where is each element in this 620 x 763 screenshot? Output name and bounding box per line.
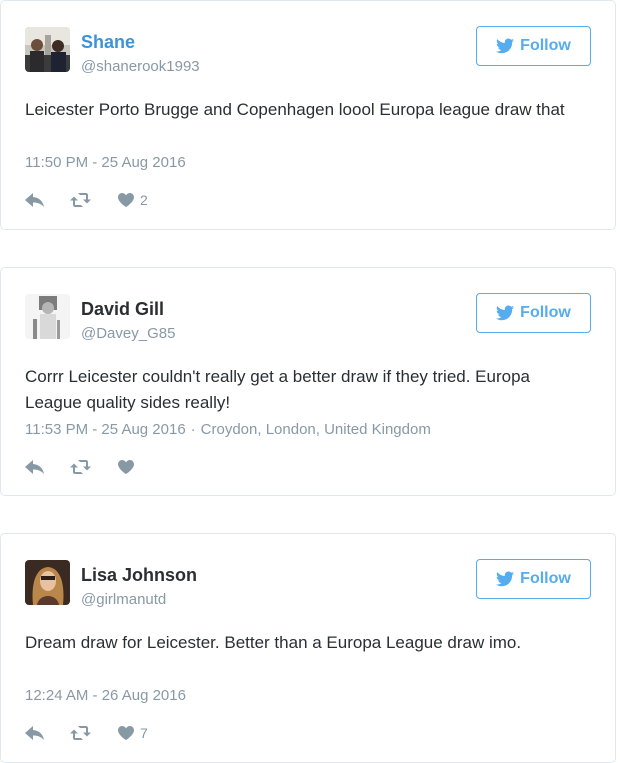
- like-count: 2: [140, 192, 148, 208]
- like-button[interactable]: 2: [118, 192, 148, 208]
- follow-button[interactable]: Follow: [476, 559, 591, 599]
- tweet-meta: 11:53 PM - 25 Aug 2016 · Croydon, London, …: [25, 420, 431, 440]
- tweet-card: Lisa Johnson @girlmanutd Follow Dream dr…: [0, 533, 616, 763]
- reply-button[interactable]: [25, 726, 44, 740]
- like-count: 7: [140, 725, 148, 741]
- like-button[interactable]: 7: [118, 725, 148, 741]
- tweet-actions: [25, 456, 166, 478]
- heart-icon: [118, 726, 134, 740]
- like-button[interactable]: [118, 460, 140, 474]
- heart-icon: [118, 460, 134, 474]
- tweet-meta: 12:24 AM - 26 Aug 2016: [25, 686, 186, 706]
- avatar[interactable]: [25, 560, 70, 605]
- retweet-button[interactable]: [70, 193, 92, 207]
- timestamp-link[interactable]: 11:53 PM - 25 Aug 2016: [25, 421, 186, 438]
- user-handle[interactable]: @Davey_G85: [81, 324, 175, 344]
- retweet-button[interactable]: [70, 460, 92, 474]
- timestamp-link[interactable]: 11:50 PM - 25 Aug 2016: [25, 154, 186, 171]
- retweet-icon: [70, 193, 91, 207]
- avatar[interactable]: [25, 294, 70, 339]
- avatar[interactable]: [25, 27, 70, 72]
- tweet-text: Leicester Porto Brugge and Copenhagen lo…: [25, 100, 565, 119]
- tweet-location[interactable]: Croydon, London, United Kingdom: [201, 421, 431, 438]
- follow-label: Follow: [520, 570, 571, 587]
- timestamp-link[interactable]: 12:24 AM - 26 Aug 2016: [25, 687, 186, 704]
- heart-icon: [118, 193, 134, 207]
- retweet-icon: [70, 726, 91, 740]
- twitter-bird-icon: [496, 571, 515, 587]
- follow-button[interactable]: Follow: [476, 26, 591, 66]
- user-name[interactable]: Shane: [81, 31, 135, 53]
- follow-button[interactable]: Follow: [476, 293, 591, 333]
- user-name[interactable]: David Gill: [81, 298, 164, 320]
- retweet-button[interactable]: [70, 726, 92, 740]
- twitter-bird-icon: [496, 38, 515, 54]
- tweet-actions: 2: [25, 189, 174, 211]
- retweet-icon: [70, 460, 91, 474]
- user-handle[interactable]: @girlmanutd: [81, 590, 166, 610]
- tweet-text: Corrr Leicester couldn't really get a be…: [25, 367, 530, 412]
- user-name[interactable]: Lisa Johnson: [81, 564, 197, 586]
- meta-separator: ·: [190, 421, 196, 438]
- reply-icon: [25, 193, 44, 207]
- twitter-bird-icon: [496, 305, 515, 321]
- tweet-meta: 11:50 PM - 25 Aug 2016: [25, 153, 186, 173]
- tweet-card: Shane @shanerook1993 Follow Leicester Po…: [0, 0, 616, 230]
- user-handle[interactable]: @shanerook1993: [81, 57, 200, 77]
- tweet-text: Dream draw for Leicester. Better than a …: [25, 633, 522, 652]
- reply-icon: [25, 460, 44, 474]
- follow-label: Follow: [520, 37, 571, 54]
- follow-label: Follow: [520, 304, 571, 321]
- tweet-actions: 7: [25, 722, 174, 744]
- tweet-card: David Gill @Davey_G85 Follow Corrr Leice…: [0, 267, 616, 496]
- reply-button[interactable]: [25, 193, 44, 207]
- reply-icon: [25, 726, 44, 740]
- reply-button[interactable]: [25, 460, 44, 474]
